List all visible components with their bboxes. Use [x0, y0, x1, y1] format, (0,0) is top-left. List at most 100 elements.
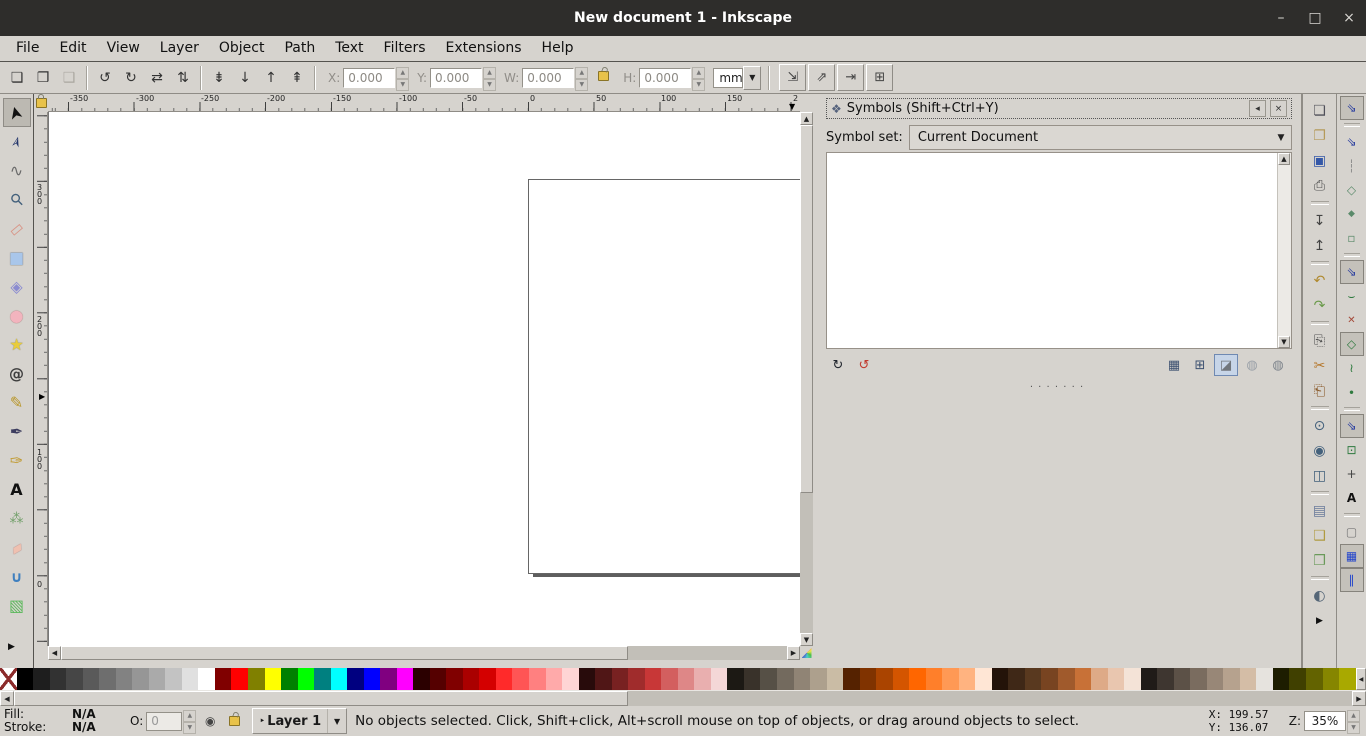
w-field-spinner[interactable]: ▲▼ [575, 67, 588, 89]
scroll-left-arrow[interactable]: ◀ [0, 691, 14, 706]
palette-swatch[interactable] [926, 668, 943, 690]
palette-swatch[interactable] [463, 668, 480, 690]
zoom-selection-button[interactable]: ⊙ [1307, 413, 1333, 438]
lower-to-bottom-button[interactable]: ⇟ [206, 65, 232, 91]
ellipse-tool[interactable]: ● [3, 301, 31, 330]
layer-select[interactable]: ‣ Layer 1 ▼ [252, 708, 347, 734]
y-field[interactable]: 0.000 [430, 68, 482, 88]
box-3d-tool[interactable]: ◈ [3, 272, 31, 301]
palette-swatch[interactable] [446, 668, 463, 690]
snap-text-toggle[interactable]: A [1340, 486, 1364, 510]
palette-swatch[interactable] [1306, 668, 1323, 690]
duplicate-button[interactable]: ▤ [1307, 498, 1333, 523]
palette-swatch[interactable] [975, 668, 992, 690]
palette-swatch[interactable] [1190, 668, 1207, 690]
paste-button[interactable]: ⎗ [1307, 378, 1333, 403]
palette-swatch[interactable] [512, 668, 529, 690]
palette-swatch[interactable] [347, 668, 364, 690]
w-field[interactable]: 0.000 [522, 68, 574, 88]
panel-collapse-button[interactable]: ◂ [1249, 100, 1266, 117]
palette-swatch[interactable] [959, 668, 976, 690]
palette-swatch[interactable] [430, 668, 447, 690]
palette-swatch[interactable] [231, 668, 248, 690]
spray-tool[interactable]: ⁂ [3, 504, 31, 533]
scroll-down-arrow[interactable]: ▼ [1278, 336, 1290, 348]
palette-swatch[interactable] [182, 668, 199, 690]
save-button[interactable]: ▣ [1307, 148, 1333, 173]
scroll-up-arrow[interactable]: ▲ [800, 112, 813, 125]
canvas[interactable] [48, 112, 800, 646]
palette-swatch[interactable] [579, 668, 596, 690]
palette-swatch[interactable] [1058, 668, 1075, 690]
palette-swatch[interactable] [1240, 668, 1257, 690]
ruler-lock-toggle[interactable] [34, 94, 48, 112]
new-document-button[interactable]: ❏ [1307, 98, 1333, 123]
rectangle-tool[interactable]: ■ [3, 243, 31, 272]
palette-scrollbar[interactable]: ◀ ▶ [0, 690, 1366, 706]
snap-others-toggle[interactable]: ⇘ [1340, 414, 1364, 438]
horizontal-ruler[interactable]: -350-300-250-200-150-100-500501001502 ▼ [48, 94, 800, 112]
palette-scroll-arrow[interactable]: ◀ [1356, 668, 1366, 690]
palette-swatch[interactable] [893, 668, 910, 690]
palette-swatch[interactable] [860, 668, 877, 690]
cut-button[interactable]: ✂ [1307, 353, 1333, 378]
palette-scroll-thumb[interactable] [14, 691, 628, 706]
fit-symbol-button[interactable]: ◪ [1214, 354, 1238, 376]
palette-swatch[interactable] [331, 668, 348, 690]
scroll-left-arrow[interactable]: ◀ [48, 646, 61, 660]
canvas-vertical-scrollbar[interactable]: ▲ ▼ [800, 112, 813, 646]
zoom-drawing-button[interactable]: ◉ [1307, 438, 1333, 463]
object-to-symbol-button[interactable]: ↻ [826, 354, 850, 376]
gradient-tool[interactable]: ▧ [3, 591, 31, 620]
symbol-to-object-button[interactable]: ↺ [852, 354, 876, 376]
panel-close-button[interactable]: × [1270, 100, 1287, 117]
palette-swatch[interactable] [83, 668, 100, 690]
snap-smooth-nodes-toggle[interactable]: ≀ [1340, 356, 1364, 380]
vertical-scroll-thumb[interactable] [800, 125, 813, 493]
palette-swatch[interactable] [760, 668, 777, 690]
selector-tool[interactable]: ➤ [3, 98, 31, 127]
export-button[interactable]: ↥ [1307, 233, 1333, 258]
lower-button[interactable]: ↓ [232, 65, 258, 91]
palette-swatch[interactable] [1174, 668, 1191, 690]
palette-swatch[interactable] [727, 668, 744, 690]
snap-bbox-midpoints-toggle[interactable]: ◆ [1340, 202, 1364, 226]
symbol-set-select[interactable]: Current Document ▼ [909, 125, 1292, 150]
x-field-spinner[interactable]: ▲▼ [396, 67, 409, 89]
snap-nodes-toggle[interactable]: ⇘ [1340, 260, 1364, 284]
rotate-ccw-button[interactable]: ↺ [92, 65, 118, 91]
zoom-out-symbols-button[interactable]: ◍ [1240, 354, 1264, 376]
layer-visibility-toggle[interactable]: ◉ [200, 711, 220, 731]
palette-swatch[interactable] [1323, 668, 1340, 690]
scroll-right-arrow[interactable]: ▶ [1352, 691, 1366, 706]
menu-item[interactable]: Extensions [436, 36, 532, 61]
copy-button[interactable]: ⎘ [1307, 328, 1333, 353]
x-field[interactable]: 0.000 [343, 68, 395, 88]
snap-path-intersections-toggle[interactable]: ✕ [1340, 308, 1364, 332]
opacity-field[interactable]: 0 [146, 712, 182, 731]
snap-midpoints-toggle[interactable]: ∙ [1340, 380, 1364, 404]
node-tool[interactable]: ➢ [3, 127, 31, 156]
snap-bbox-toggle[interactable]: ⇘ [1340, 130, 1364, 154]
scale-corners-toggle[interactable]: ⊞ [866, 64, 893, 91]
scroll-right-arrow[interactable]: ▶ [787, 646, 800, 660]
spiral-tool[interactable]: @ [3, 359, 31, 388]
document-page[interactable] [528, 179, 800, 574]
palette-swatch[interactable] [562, 668, 579, 690]
symbols-list-scrollbar[interactable]: ▲ ▼ [1277, 153, 1291, 348]
palette-swatch[interactable] [99, 668, 116, 690]
commands-overflow-button[interactable]: ▶ [1307, 608, 1333, 633]
palette-swatch[interactable] [546, 668, 563, 690]
menu-item[interactable]: Layer [150, 36, 209, 61]
measure-tool[interactable]: ▭ [3, 214, 31, 243]
palette-swatch[interactable] [777, 668, 794, 690]
raise-to-top-button[interactable]: ⇞ [284, 65, 310, 91]
color-management-toggle[interactable] [800, 646, 813, 660]
maximize-button[interactable]: □ [1298, 10, 1332, 26]
rotate-cw-button[interactable]: ↻ [118, 65, 144, 91]
move-patterns-toggle[interactable]: ⇗ [808, 64, 835, 91]
palette-swatch[interactable] [794, 668, 811, 690]
palette-swatch[interactable] [281, 668, 298, 690]
flip-horizontal-button[interactable]: ⇄ [144, 65, 170, 91]
menu-item[interactable]: Object [209, 36, 275, 61]
